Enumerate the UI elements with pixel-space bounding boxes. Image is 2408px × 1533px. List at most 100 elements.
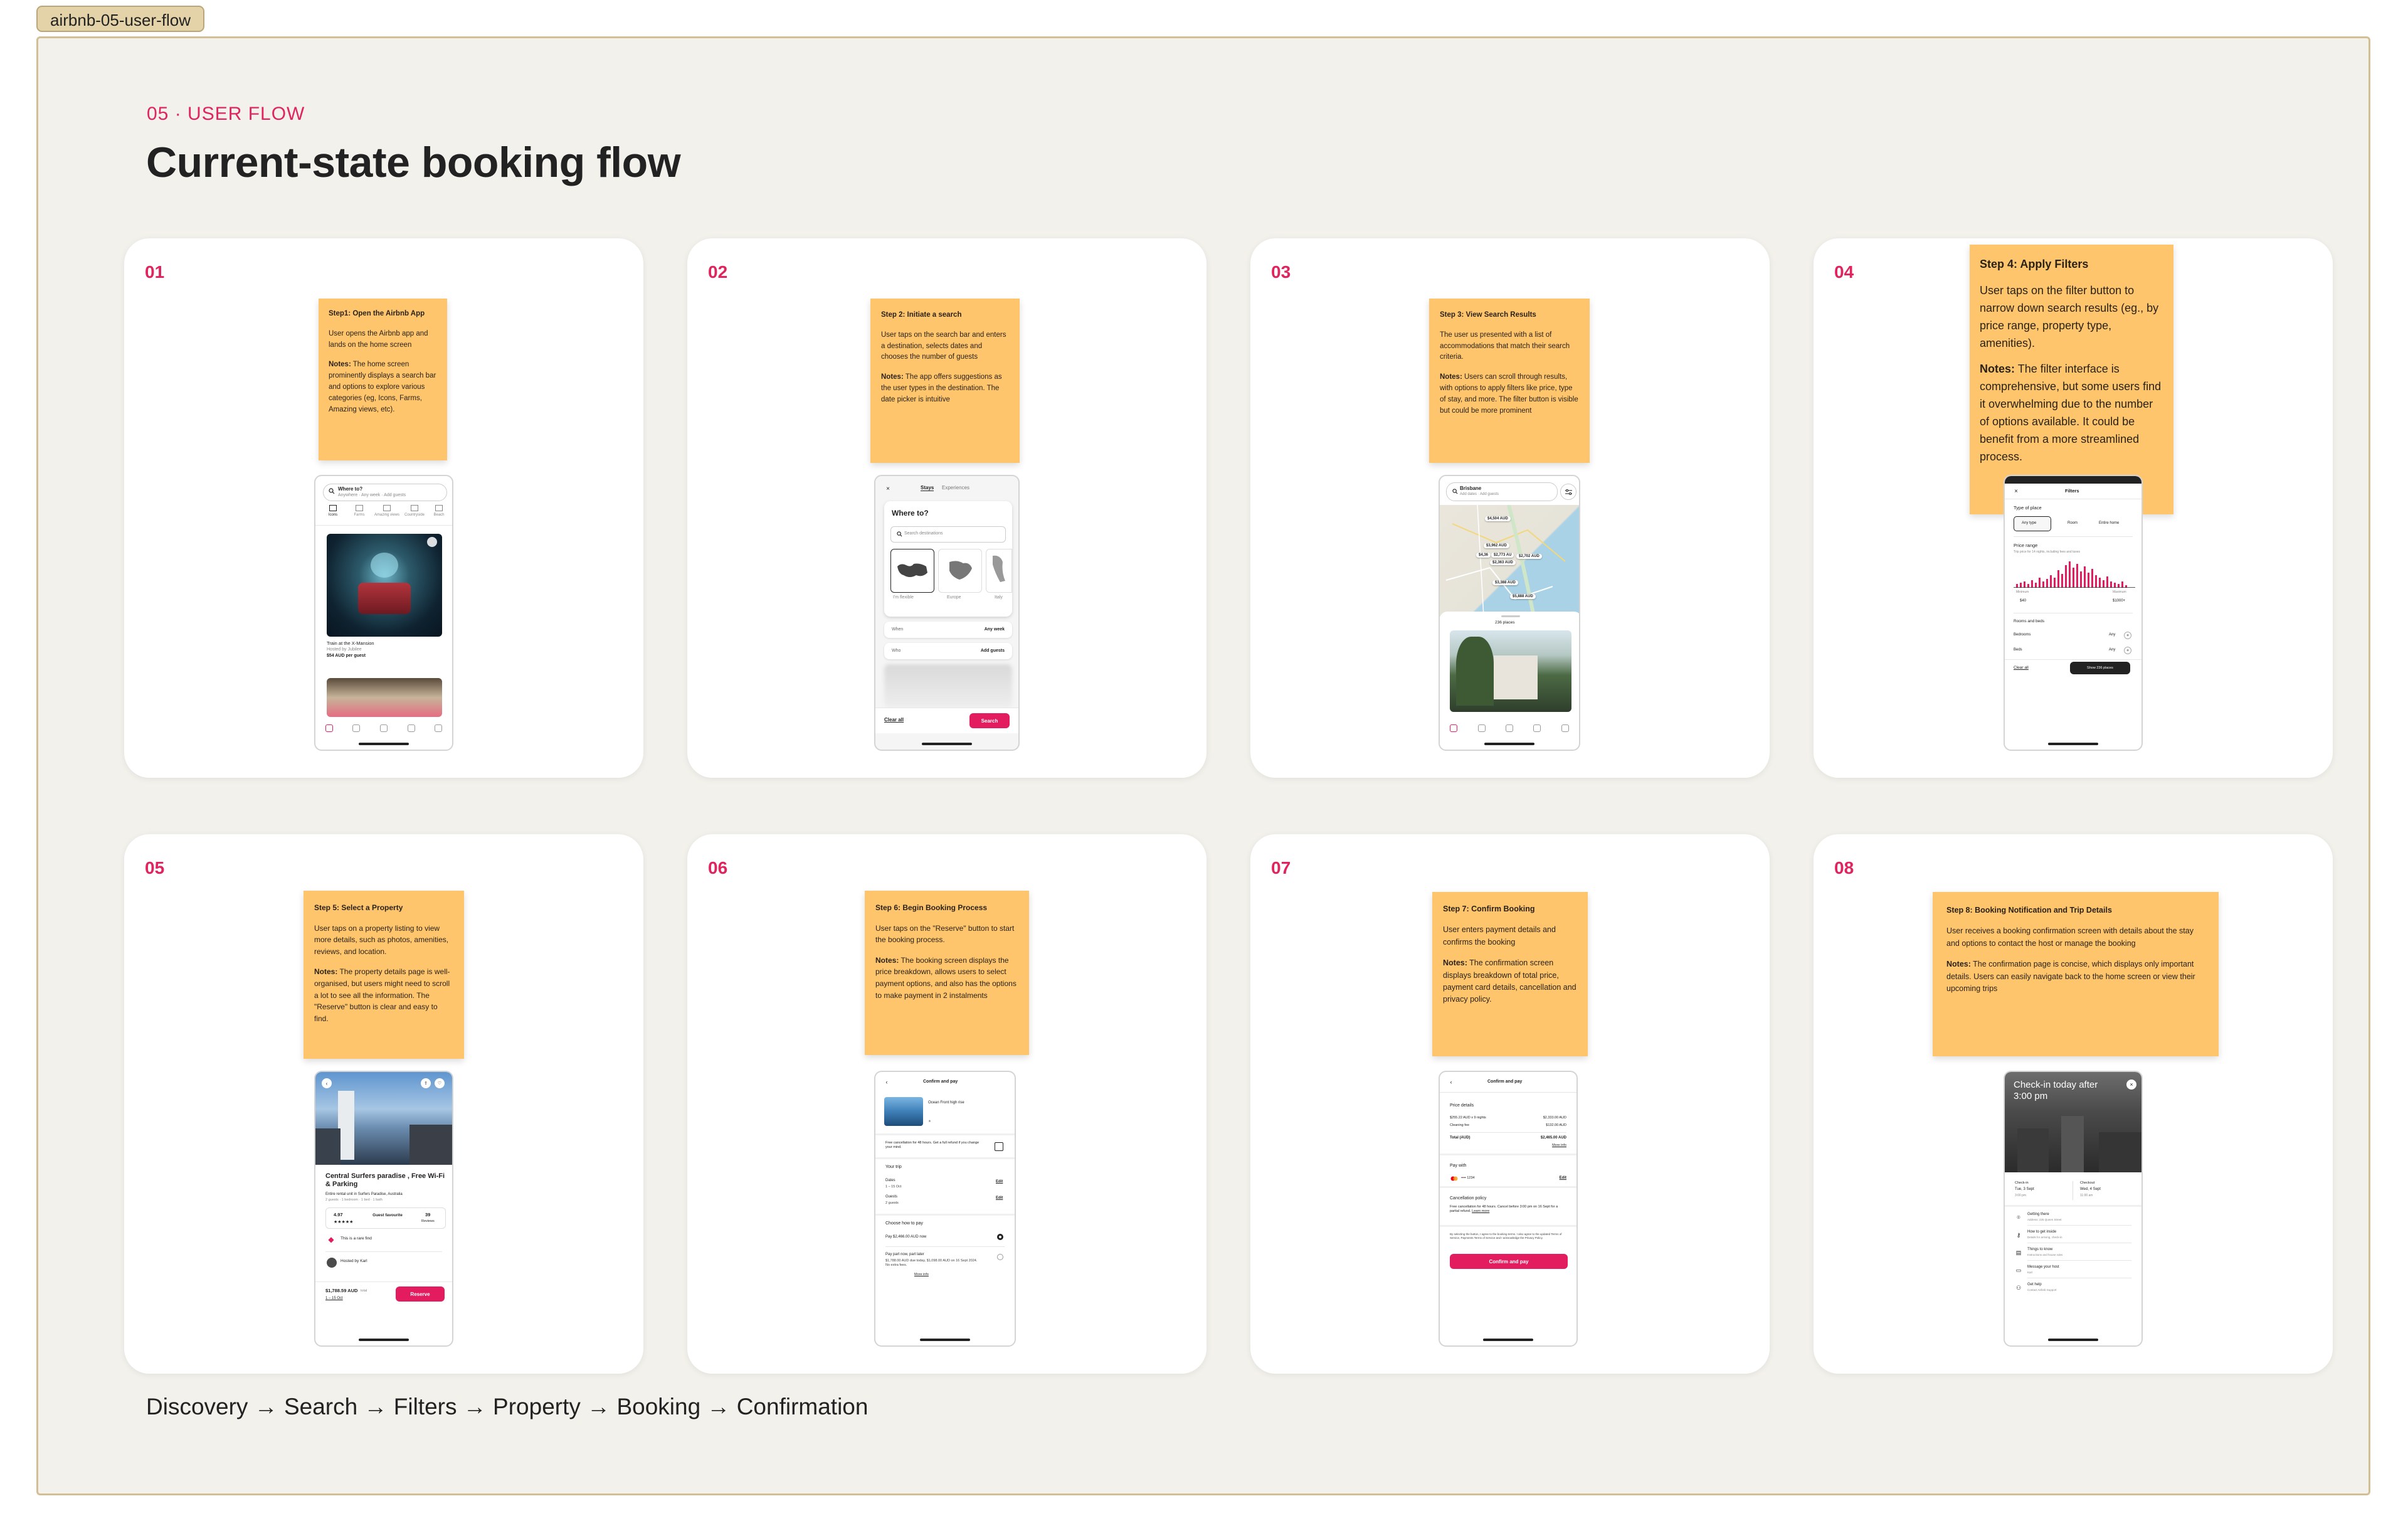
plus-icon[interactable]: + <box>2124 632 2131 639</box>
type-room-button[interactable]: Room <box>2067 521 2078 525</box>
radio-selected-icon[interactable] <box>997 1234 1003 1240</box>
plus-icon[interactable]: + <box>2124 647 2131 654</box>
flow-summary: Discovery → Search → Filters → Property … <box>146 1394 869 1419</box>
map-price-pin[interactable]: $4,36 <box>1476 553 1491 558</box>
dates-link[interactable]: 1 – 15 Oct <box>325 1297 343 1300</box>
explore-tab-icon[interactable] <box>1450 724 1458 732</box>
sticky-note: Step 8: Booking Notification and Trip De… <box>1933 892 2219 1056</box>
sticky-note: Step 4: Apply Filters User taps on the f… <box>1970 245 2173 514</box>
listing-host: Hosted by Jubilee <box>327 647 362 652</box>
listing-rating: ★ <box>928 1120 931 1123</box>
map-price-pin[interactable]: $2,363 AUD <box>1490 560 1516 565</box>
step-number: 04 <box>1834 262 1854 282</box>
who-row[interactable]: Who Add guests <box>884 643 1012 659</box>
edit-card-link[interactable]: Edit <box>1560 1176 1566 1180</box>
reserve-button[interactable]: Reserve <box>396 1286 445 1302</box>
sticky-note: Step 5: Select a Property User taps on a… <box>304 891 464 1059</box>
map-price-pin[interactable]: $3,962 AUD <box>1484 543 1509 548</box>
share-icon[interactable]: ⇪ <box>421 1078 431 1088</box>
search-button[interactable]: Search <box>969 713 1010 728</box>
wishlists-tab-icon[interactable] <box>352 724 361 732</box>
bottom-tab-bar <box>315 724 452 736</box>
map-price-pin[interactable]: $2,702 AUD <box>1516 554 1542 559</box>
step-number: 07 <box>1271 858 1291 878</box>
confirm-and-pay-button[interactable]: Confirm and pay <box>1450 1254 1568 1269</box>
listing-photo[interactable] <box>327 678 442 717</box>
category-amazing-views[interactable]: Amazing views <box>374 505 399 521</box>
inbox-tab-icon[interactable] <box>407 724 415 732</box>
sticky-title: Step1: Open the Airbnb App <box>329 310 425 317</box>
radio-unselected-icon[interactable] <box>997 1254 1003 1260</box>
tab-experiences[interactable]: Experiences <box>942 485 969 491</box>
map-price-pin[interactable]: $5,888 AUD <box>1510 594 1536 599</box>
close-icon[interactable]: × <box>884 485 892 492</box>
back-icon[interactable]: ‹ <box>322 1078 332 1088</box>
phone-screen-home: Where to? Anywhere · Any week · Add gues… <box>314 475 453 751</box>
trip-item-things-to-know[interactable]: Things to know <box>2027 1248 2052 1251</box>
rating-box[interactable]: 4.97 ★★★★★ Guest favourite 39 Reviews <box>325 1207 446 1229</box>
map-price-pin[interactable]: $4,504 AUD <box>1485 516 1511 521</box>
close-icon[interactable]: × <box>2012 487 2020 495</box>
listing-photo[interactable] <box>1450 630 1571 712</box>
filter-icon[interactable] <box>1560 484 1576 500</box>
trips-tab-icon[interactable] <box>379 724 388 732</box>
heart-icon[interactable]: ♡ <box>435 1078 445 1088</box>
back-icon[interactable]: ‹ <box>883 1078 890 1086</box>
region-europe[interactable] <box>938 549 982 593</box>
rating-value: 4.97 <box>334 1212 343 1217</box>
map-price-pin[interactable]: $2,773 AU <box>1491 553 1514 558</box>
explore-tab-icon[interactable] <box>325 724 333 732</box>
listing-photo[interactable] <box>327 534 442 637</box>
close-icon[interactable]: × <box>2126 1079 2136 1090</box>
when-row[interactable]: When Any week <box>884 622 1012 638</box>
heart-icon[interactable] <box>427 537 437 547</box>
tab-stays[interactable]: Stays <box>921 485 934 491</box>
more-info-link[interactable]: More info <box>1552 1143 1566 1147</box>
wishlists-tab-icon[interactable] <box>1477 724 1486 732</box>
where-to-heading: Where to? <box>892 509 929 517</box>
choose-pay-heading: Choose how to pay <box>885 1221 923 1226</box>
pay-now-option[interactable]: Pay $2,466.00 AUD now <box>885 1235 926 1239</box>
category-row: Icons Farms Amazing views Countryside Be… <box>322 505 448 521</box>
frame-label[interactable]: airbnb-05-user-flow <box>36 6 204 32</box>
sticky-notes: Notes: The filter interface is comprehen… <box>1980 363 2162 463</box>
trip-item-how-to-get-inside[interactable]: How to get inside <box>2027 1230 2056 1234</box>
edit-dates-link[interactable]: Edit <box>996 1180 1003 1184</box>
region-label: Italy <box>995 595 1003 600</box>
show-places-button[interactable]: Show 236 places <box>2070 662 2130 674</box>
back-icon[interactable]: ‹ <box>1447 1078 1455 1086</box>
region-flexible[interactable] <box>890 549 934 593</box>
cleaning-fee-value: $132.00 AUD <box>1546 1123 1566 1127</box>
min-price-input[interactable]: $40 <box>2020 599 2026 603</box>
pay-part-option[interactable]: Pay part now, part later <box>885 1253 924 1256</box>
clear-all-link[interactable]: Clear all <box>884 717 904 723</box>
type-entire-home-button[interactable]: Entire home <box>2099 521 2119 525</box>
learn-more-link[interactable]: Learn more <box>1472 1209 1489 1213</box>
clear-all-link[interactable]: Clear all <box>2014 666 2029 670</box>
trips-tab-icon[interactable] <box>1505 724 1513 732</box>
inbox-tab-icon[interactable] <box>1533 724 1541 732</box>
trip-item-getting-there[interactable]: Getting there <box>2027 1212 2049 1216</box>
map-price-pin[interactable]: $3,388 AUD <box>1492 580 1518 585</box>
sticky-body: User taps on the search bar and enters a… <box>881 331 1006 361</box>
property-photo[interactable] <box>315 1072 452 1165</box>
calendar-icon <box>995 1142 1003 1151</box>
trip-item-get-help[interactable]: Get help <box>2027 1283 2042 1286</box>
edit-guests-link[interactable]: Edit <box>996 1196 1003 1200</box>
trip-item-message-host[interactable]: Message your host <box>2027 1265 2059 1269</box>
category-icons[interactable]: Icons <box>322 505 344 521</box>
total-price: $1,788.59 AUD <box>325 1288 358 1293</box>
profile-tab-icon[interactable] <box>1561 724 1569 732</box>
region-italy[interactable] <box>986 549 1012 593</box>
more-info-link[interactable]: More info <box>914 1273 929 1276</box>
sticky-title: Step 5: Select a Property <box>314 903 403 912</box>
sticky-title: Step 8: Booking Notification and Trip De… <box>1946 906 2112 915</box>
max-price-input[interactable]: $1000+ <box>2113 599 2125 603</box>
category-farms[interactable]: Farms <box>348 505 371 521</box>
category-beach[interactable]: Beach <box>430 505 448 521</box>
profile-tab-icon[interactable] <box>435 724 443 732</box>
pay-with-heading: Pay with <box>1450 1164 1467 1168</box>
category-countryside[interactable]: Countryside <box>403 505 426 521</box>
page-title: Current-state booking flow <box>146 139 681 186</box>
avatar[interactable] <box>327 1258 337 1268</box>
